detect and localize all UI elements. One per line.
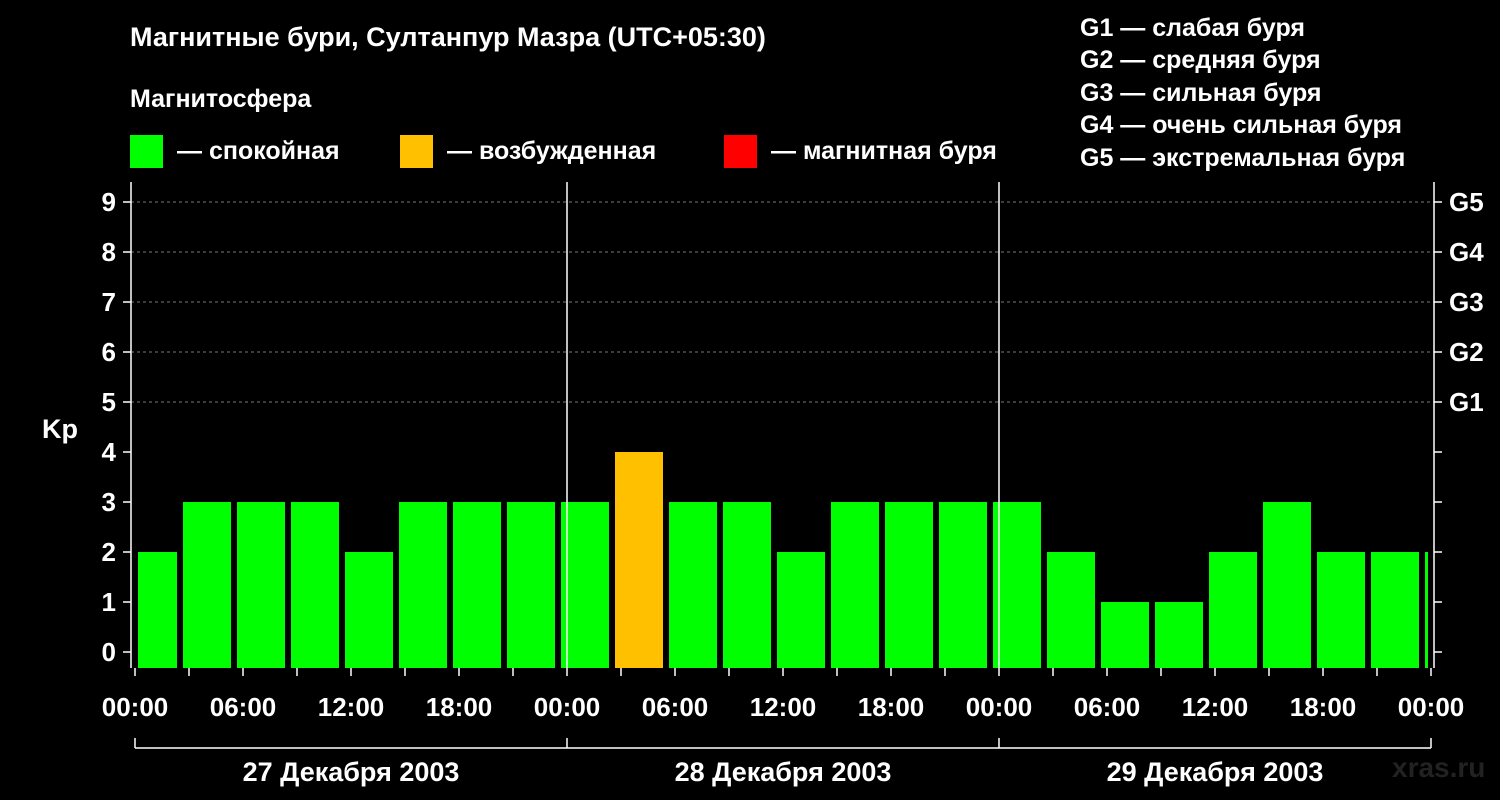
kp-bar-19 [1155,602,1203,668]
x-tick-label-7: 18:00 [858,692,925,722]
kp-bar-14 [885,502,933,668]
y-tick-label-3: 3 [102,487,116,517]
x-tick-label-8: 00:00 [966,692,1033,722]
day-label-1: 28 Декабря 2003 [675,757,892,787]
kp-bar-15 [939,502,987,668]
g-scale-label-G1: G1 [1449,387,1484,417]
y-tick-label-1: 1 [102,587,116,617]
y-tick-label-0: 0 [102,637,116,667]
y-axis-label: Kp [42,414,78,444]
g-scale-label-G3: G3 [1449,287,1484,317]
kp-bar-18 [1101,602,1149,668]
x-tick-label-6: 12:00 [750,692,817,722]
kp-bar-0 [138,552,177,668]
kp-bar-10 [669,502,717,668]
kp-bar-8 [561,502,609,668]
y-tick-label-8: 8 [102,237,116,267]
x-tick-label-2: 12:00 [318,692,385,722]
y-tick-label-7: 7 [102,287,116,317]
x-tick-label-10: 12:00 [1182,692,1249,722]
kp-bar-22 [1317,552,1365,668]
kp-bar-1 [183,502,231,668]
kp-bar-12 [777,552,825,668]
kp-bar-6 [453,502,501,668]
y-tick-label-2: 2 [102,537,116,567]
kp-bar-20 [1209,552,1257,668]
kp-bar-2 [237,502,285,668]
kp-bar-9 [615,452,663,668]
kp-bar-23 [1371,552,1419,668]
g-scale-label-G4: G4 [1449,237,1484,267]
day-label-0: 27 Декабря 2003 [243,757,460,787]
x-tick-label-12: 00:00 [1398,692,1465,722]
kp-bar-16 [993,502,1041,668]
g-scale-label-G5: G5 [1449,187,1484,217]
y-tick-label-5: 5 [102,387,116,417]
g-scale-label-G2: G2 [1449,337,1484,367]
kp-chart: 0 1 2 3 4 5 6 7 8 9 G1 G2 G3 G4 G5 Kp 00:00 06:00 12:00 18:… [42,182,1484,787]
x-tick-label-3: 18:00 [426,692,493,722]
x-tick-label-5: 06:00 [642,692,709,722]
kp-bar-4 [345,552,393,668]
kp-bar-21 [1263,502,1311,668]
kp-bar-3 [291,502,339,668]
x-tick-label-0: 00:00 [102,692,169,722]
kp-bar-17 [1047,552,1095,668]
y-tick-label-4: 4 [102,437,117,467]
x-tick-label-4: 00:00 [534,692,601,722]
kp-bar-5 [399,502,447,668]
kp-bar-24 [1425,552,1428,668]
y-tick-label-9: 9 [102,187,116,217]
y-tick-label-6: 6 [102,337,116,367]
kp-bar-11 [723,502,771,668]
x-tick-label-9: 06:00 [1074,692,1141,722]
day-label-2: 29 Декабря 2003 [1107,757,1324,787]
x-tick-label-1: 06:00 [210,692,277,722]
kp-bar-7 [507,502,555,668]
x-tick-label-11: 18:00 [1290,692,1357,722]
kp-bar-13 [831,502,879,668]
watermark: xras.ru [1392,752,1486,783]
